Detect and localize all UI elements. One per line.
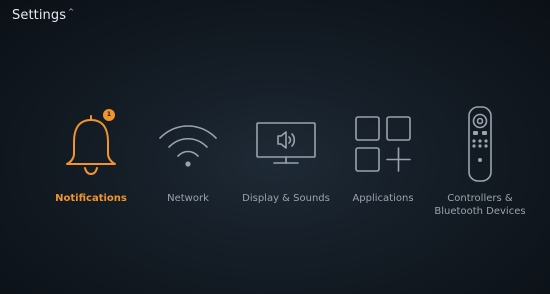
menu-item-notifications[interactable]: 1 Notifications <box>36 106 146 205</box>
menu-item-label: Notifications <box>55 193 127 204</box>
menu-item-label: Display & Sounds <box>242 193 330 204</box>
settings-menu: 1 Notifications Network Display & Sounds… <box>0 0 550 294</box>
icon-container <box>442 106 518 182</box>
remote-control-icon <box>468 106 492 182</box>
menu-item-network[interactable]: Network <box>133 106 243 205</box>
menu-item-label: Applications <box>352 193 414 204</box>
menu-item-label: Network <box>167 193 209 204</box>
tv-speaker-icon <box>256 122 316 164</box>
menu-item-controllers-bluetooth[interactable]: Controllers & Bluetooth Devices <box>425 106 535 218</box>
wifi-icon <box>159 125 217 167</box>
icon-container <box>345 106 421 182</box>
apps-grid-icon <box>355 116 411 172</box>
menu-item-label: Controllers & Bluetooth Devices <box>434 193 526 217</box>
icon-container: 1 <box>53 106 129 182</box>
menu-item-applications[interactable]: Applications <box>328 106 438 205</box>
notification-count-badge: 1 <box>103 109 115 121</box>
icon-container <box>150 106 226 182</box>
menu-item-display-sounds[interactable]: Display & Sounds <box>231 106 341 205</box>
icon-container <box>248 106 324 182</box>
